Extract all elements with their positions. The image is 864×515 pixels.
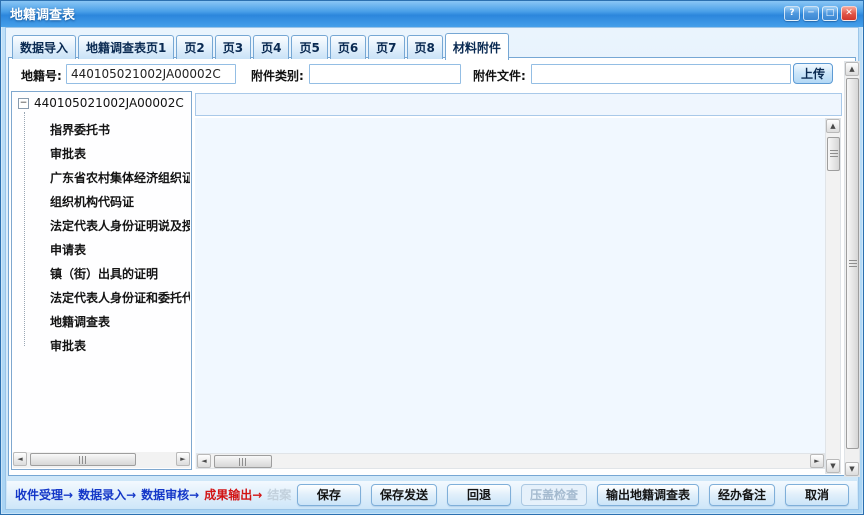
tab-page8[interactable]: 页8: [407, 35, 443, 59]
page-vscroll-thumb[interactable]: [846, 78, 859, 449]
preview-vscroll-thumb[interactable]: [827, 137, 840, 171]
scroll-down-icon[interactable]: ▼: [826, 459, 840, 473]
workflow-step-data-entry: 数据录入→: [78, 488, 136, 502]
tree-item[interactable]: 广东省农村集体经济组织证明: [50, 166, 190, 190]
tree-item[interactable]: 申请表: [50, 238, 190, 262]
save-button[interactable]: 保存: [297, 484, 361, 506]
tree-item[interactable]: 组织机构代码证: [50, 190, 190, 214]
material-attachments-page: 地籍号: 附件类别: 附件文件: 上传 − 440105021002JA0000…: [8, 57, 856, 476]
attachment-file-label: 附件文件:: [473, 67, 526, 84]
workflow-status: 收件受理→ 数据录入→ 数据审核→ 成果输出→ 结案: [15, 486, 296, 503]
thumb-grip: [849, 260, 857, 268]
help-icon[interactable]: ?: [784, 6, 800, 21]
tree-item[interactable]: 法定代表人身份证明说及授权: [50, 214, 190, 238]
app-window: 地籍调查表 ? ─ □ ✕ 数据导入 地籍调查表页1 页2 页3 页4 页5 页…: [0, 0, 864, 515]
tab-bar: 数据导入 地籍调查表页1 页2 页3 页4 页5 页6 页7 页8 材料附件: [12, 33, 509, 59]
scroll-left-icon[interactable]: ◄: [197, 454, 211, 468]
workflow-step-close: 结案: [267, 488, 291, 502]
button-row: 保存 保存发送 回退 压盖检查 输出地籍调查表 经办备注 取消: [297, 484, 849, 506]
scroll-left-icon[interactable]: ◄: [13, 452, 27, 466]
tab-page6[interactable]: 页6: [330, 35, 366, 59]
minimize-icon[interactable]: ─: [803, 6, 819, 21]
tab-page5[interactable]: 页5: [291, 35, 327, 59]
tab-page4[interactable]: 页4: [253, 35, 289, 59]
tree-item[interactable]: 指界委托书: [50, 118, 190, 142]
workflow-step-review: 数据审核→: [141, 488, 199, 502]
preview-vertical-scrollbar[interactable]: ▲ ▼: [825, 118, 841, 474]
tree-collapse-icon[interactable]: −: [18, 98, 29, 109]
tab-material-attachments[interactable]: 材料附件: [445, 33, 509, 60]
overlap-check-button: 压盖检查: [521, 484, 587, 506]
workflow-step-intake: 收件受理→: [15, 488, 73, 502]
output-survey-form-button[interactable]: 输出地籍调查表: [597, 484, 699, 506]
attachment-type-input[interactable]: [309, 64, 461, 84]
attachment-preview-area[interactable]: [195, 118, 825, 469]
tab-page7[interactable]: 页7: [368, 35, 404, 59]
tree-item[interactable]: 镇（街）出具的证明: [50, 262, 190, 286]
scroll-up-icon[interactable]: ▲: [845, 62, 859, 76]
handler-notes-button[interactable]: 经办备注: [709, 484, 775, 506]
tree-item[interactable]: 审批表: [50, 142, 190, 166]
attachment-tree-panel: − 440105021002JA00002C 指界委托书 审批表 广东省农村集体…: [11, 91, 192, 470]
page-vertical-scrollbar[interactable]: ▲ ▼: [844, 61, 860, 477]
window-title: 地籍调查表: [10, 4, 75, 23]
tree-item[interactable]: 审批表: [50, 334, 190, 358]
close-icon[interactable]: ✕: [841, 6, 857, 21]
parcel-number-label: 地籍号:: [21, 67, 62, 84]
preview-horizontal-scrollbar[interactable]: ◄ ►: [196, 453, 825, 469]
tab-data-import[interactable]: 数据导入: [12, 35, 76, 59]
preview-hscroll-thumb[interactable]: [214, 455, 272, 468]
tree-item[interactable]: 地籍调查表: [50, 310, 190, 334]
preview-header-panel: [195, 93, 842, 116]
parcel-number-input[interactable]: [66, 64, 236, 84]
tree-hscroll-thumb[interactable]: [30, 453, 136, 466]
scroll-down-icon[interactable]: ▼: [845, 462, 859, 476]
thumb-grip: [830, 150, 838, 158]
tree-root-node[interactable]: − 440105021002JA00002C: [18, 96, 184, 110]
thumb-grip: [79, 456, 87, 464]
tab-page3[interactable]: 页3: [215, 35, 251, 59]
titlebar[interactable]: 地籍调查表 ? ─ □ ✕: [1, 1, 863, 27]
attachment-type-label: 附件类别:: [251, 67, 304, 84]
bottom-action-bar: 收件受理→ 数据录入→ 数据审核→ 成果输出→ 结案 保存 保存发送 回退 压盖检查 输…: [7, 481, 857, 508]
tree-item-list: 指界委托书 审批表 广东省农村集体经济组织证明 组织机构代码证 法定代表人身份证…: [50, 118, 190, 358]
workflow-step-output: 成果输出→: [204, 488, 262, 502]
rollback-button[interactable]: 回退: [447, 484, 511, 506]
scroll-up-icon[interactable]: ▲: [826, 119, 840, 133]
cancel-button[interactable]: 取消: [785, 484, 849, 506]
upload-button[interactable]: 上传: [793, 63, 833, 84]
tree-horizontal-scrollbar[interactable]: ◄ ►: [13, 452, 190, 468]
maximize-icon[interactable]: □: [822, 6, 838, 21]
tab-page2[interactable]: 页2: [176, 35, 212, 59]
window-controls: ? ─ □ ✕: [784, 6, 857, 21]
tree-connector-line: [24, 112, 25, 346]
dialog-client-area: 数据导入 地籍调查表页1 页2 页3 页4 页5 页6 页7 页8 材料附件 地…: [5, 27, 859, 510]
scroll-right-icon[interactable]: ►: [810, 454, 824, 468]
thumb-grip: [239, 458, 247, 466]
scroll-right-icon[interactable]: ►: [176, 452, 190, 466]
tab-survey-page1[interactable]: 地籍调查表页1: [78, 35, 174, 59]
tree-item[interactable]: 法定代表人身份证和委托代理: [50, 286, 190, 310]
tree-root-label: 440105021002JA00002C: [34, 96, 184, 110]
attachment-file-input[interactable]: [531, 64, 791, 84]
save-send-button[interactable]: 保存发送: [371, 484, 437, 506]
